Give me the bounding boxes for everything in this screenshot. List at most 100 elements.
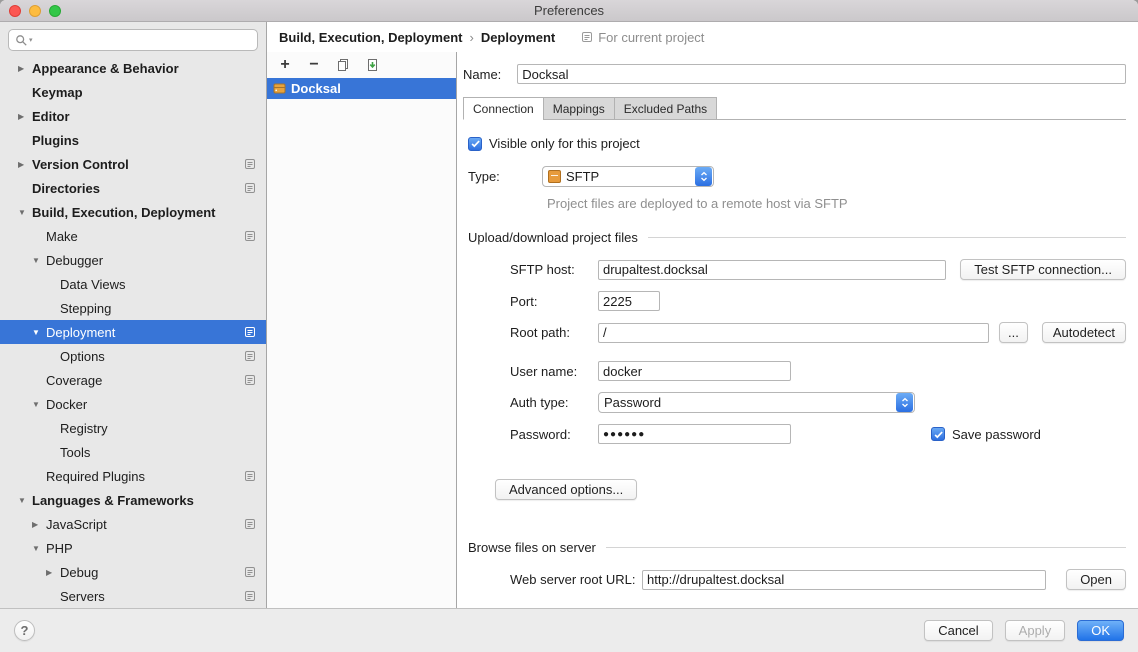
tree-collapse-icon[interactable]: ▼	[18, 496, 32, 505]
sidebar-item-version-control[interactable]: ▶Version Control	[0, 152, 266, 176]
tree-expand-icon[interactable]: ▶	[32, 520, 46, 529]
sidebar-item-registry[interactable]: Registry	[0, 416, 266, 440]
sidebar-item-directories[interactable]: Directories	[0, 176, 266, 200]
sidebar-item-debugger[interactable]: ▼Debugger	[0, 248, 266, 272]
port-label: Port:	[510, 294, 598, 309]
sidebar-item-stepping[interactable]: Stepping	[0, 296, 266, 320]
type-select[interactable]: SFTP	[542, 166, 714, 187]
server-list-toolbar: + −	[267, 52, 456, 78]
sidebar-item-label: Build, Execution, Deployment	[32, 205, 215, 220]
tree-expand-icon[interactable]: ▶	[18, 64, 32, 73]
root-path-input[interactable]	[598, 323, 989, 343]
settings-sidebar: ▾ ▶Appearance & BehaviorKeymap▶EditorPlu…	[0, 22, 267, 608]
sidebar-item-label: Version Control	[32, 157, 129, 172]
sidebar-item-editor[interactable]: ▶Editor	[0, 104, 266, 128]
settings-search-input[interactable]	[37, 32, 251, 49]
sidebar-item-label: JavaScript	[46, 517, 107, 532]
cancel-button[interactable]: Cancel	[924, 620, 992, 641]
add-server-button[interactable]: +	[277, 57, 293, 73]
per-project-settings-icon	[244, 470, 256, 482]
open-url-button[interactable]: Open	[1066, 569, 1126, 590]
sidebar-item-label: Languages & Frameworks	[32, 493, 194, 508]
sidebar-item-javascript[interactable]: ▶JavaScript	[0, 512, 266, 536]
sidebar-item-label: PHP	[46, 541, 73, 556]
settings-tree: ▶Appearance & BehaviorKeymap▶EditorPlugi…	[0, 56, 266, 608]
apply-button[interactable]: Apply	[1005, 620, 1066, 641]
deployment-server-icon	[273, 82, 286, 95]
browse-root-path-button[interactable]: ...	[999, 322, 1028, 343]
sidebar-item-keymap[interactable]: Keymap	[0, 80, 266, 104]
search-icon[interactable]: ▾	[15, 34, 33, 47]
sidebar-item-label: Required Plugins	[46, 469, 145, 484]
web-root-input[interactable]	[642, 570, 1046, 590]
name-label: Name:	[463, 67, 501, 82]
tree-collapse-icon[interactable]: ▼	[32, 328, 46, 337]
tree-collapse-icon[interactable]: ▼	[32, 256, 46, 265]
sidebar-item-label: Plugins	[32, 133, 79, 148]
tree-expand-icon[interactable]: ▶	[18, 112, 32, 121]
sidebar-item-label: Appearance & Behavior	[32, 61, 179, 76]
sidebar-item-appearance-behavior[interactable]: ▶Appearance & Behavior	[0, 56, 266, 80]
search-options-caret-icon[interactable]: ▾	[29, 36, 33, 44]
remove-server-button[interactable]: −	[306, 57, 322, 73]
sidebar-item-label: Debug	[60, 565, 98, 580]
combo-stepper-icon	[695, 167, 712, 186]
save-password-checkbox[interactable]	[931, 427, 945, 441]
tab-connection[interactable]: Connection	[463, 97, 544, 120]
web-root-label: Web server root URL:	[510, 572, 642, 587]
tree-expand-icon[interactable]: ▶	[18, 160, 32, 169]
server-list-item-docksal[interactable]: Docksal	[267, 78, 456, 99]
sftp-host-input[interactable]	[598, 260, 946, 280]
visible-only-checkbox[interactable]	[468, 137, 482, 151]
sidebar-item-label: Keymap	[32, 85, 83, 100]
sidebar-item-debug[interactable]: ▶Debug	[0, 560, 266, 584]
sidebar-item-coverage[interactable]: Coverage	[0, 368, 266, 392]
sidebar-item-make[interactable]: Make	[0, 224, 266, 248]
sidebar-item-label: Docker	[46, 397, 87, 412]
password-input[interactable]	[598, 424, 791, 444]
tree-collapse-icon[interactable]: ▼	[32, 400, 46, 409]
breadcrumb: Build, Execution, Deployment › Deploymen…	[267, 22, 1138, 52]
auth-type-select[interactable]: Password	[598, 392, 915, 413]
sidebar-item-label: Deployment	[46, 325, 115, 340]
name-input[interactable]	[517, 64, 1126, 84]
sidebar-item-languages-frameworks[interactable]: ▼Languages & Frameworks	[0, 488, 266, 512]
server-list: Docksal	[267, 78, 456, 99]
sidebar-item-build-execution-deployment[interactable]: ▼Build, Execution, Deployment	[0, 200, 266, 224]
import-server-button[interactable]	[364, 57, 380, 73]
sidebar-item-required-plugins[interactable]: Required Plugins	[0, 464, 266, 488]
sidebar-item-tools[interactable]: Tools	[0, 440, 266, 464]
auth-type-value: Password	[604, 395, 896, 410]
help-button[interactable]: ?	[14, 620, 35, 641]
sidebar-item-label: Registry	[60, 421, 108, 436]
tree-collapse-icon[interactable]: ▼	[32, 544, 46, 553]
copy-server-button[interactable]	[335, 57, 351, 73]
for-current-project-icon	[581, 31, 593, 43]
tree-expand-icon[interactable]: ▶	[46, 568, 60, 577]
breadcrumb-parent[interactable]: Build, Execution, Deployment	[279, 30, 462, 45]
sidebar-item-docker[interactable]: ▼Docker	[0, 392, 266, 416]
titlebar: Preferences	[0, 0, 1138, 22]
sftp-host-label: SFTP host:	[510, 262, 598, 277]
server-config-tabs: Connection Mappings Excluded Paths	[463, 97, 1126, 120]
test-sftp-connection-button[interactable]: Test SFTP connection...	[960, 259, 1126, 280]
sidebar-item-servers[interactable]: Servers	[0, 584, 266, 608]
sidebar-item-plugins[interactable]: Plugins	[0, 128, 266, 152]
sidebar-item-data-views[interactable]: Data Views	[0, 272, 266, 296]
tree-collapse-icon[interactable]: ▼	[18, 208, 32, 217]
sidebar-item-php[interactable]: ▼PHP	[0, 536, 266, 560]
sidebar-item-options[interactable]: Options	[0, 344, 266, 368]
port-input[interactable]	[598, 291, 660, 311]
settings-search-box[interactable]: ▾	[8, 29, 258, 51]
breadcrumb-separator: ›	[469, 30, 473, 45]
autodetect-button[interactable]: Autodetect	[1042, 322, 1126, 343]
root-path-label: Root path:	[510, 325, 598, 340]
tab-mappings[interactable]: Mappings	[543, 97, 615, 120]
password-label: Password:	[510, 427, 598, 442]
ok-button[interactable]: OK	[1077, 620, 1124, 641]
advanced-options-button[interactable]: Advanced options...	[495, 479, 637, 500]
combo-stepper-icon	[896, 393, 913, 412]
tab-excluded-paths[interactable]: Excluded Paths	[614, 97, 717, 120]
sidebar-item-deployment[interactable]: ▼Deployment	[0, 320, 266, 344]
user-name-input[interactable]	[598, 361, 791, 381]
